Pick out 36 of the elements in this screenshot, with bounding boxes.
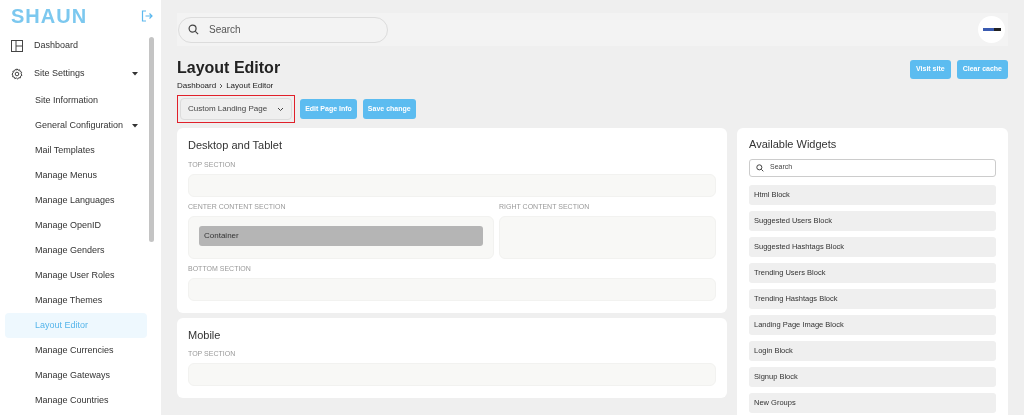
search-input[interactable]: Search (209, 22, 359, 37)
nav-item[interactable]: Mail Templates (5, 138, 147, 163)
nav-item[interactable]: Manage Genders (5, 238, 147, 263)
nav-item[interactable]: Dashboard (5, 32, 147, 60)
nav-item[interactable]: Manage Themes (5, 288, 147, 313)
nav-item[interactable]: General Configuration (5, 113, 147, 138)
chevron-down-icon (277, 106, 285, 112)
nav-item[interactable]: Manage Currencies (5, 338, 147, 363)
placed-widget[interactable]: Container (199, 225, 483, 246)
nav-item[interactable]: Manage Gateways (5, 363, 147, 388)
chevron-right-icon (219, 83, 224, 89)
settings-icon (11, 68, 23, 80)
search-icon (188, 24, 199, 35)
nav-item[interactable]: Site Settings (5, 60, 147, 88)
scrollbar[interactable] (149, 37, 154, 242)
page-title: Layout Editor (177, 58, 281, 78)
nav-item[interactable]: Manage OpenID (5, 213, 147, 238)
breadcrumb-link[interactable]: Dashboard (177, 80, 217, 92)
breadcrumb-link[interactable]: Layout Editor (226, 80, 274, 92)
search-field[interactable]: Search (178, 16, 388, 43)
card-title: Mobile (188, 327, 222, 343)
logo: SHAUN (11, 6, 88, 26)
search-icon (756, 163, 764, 172)
page-select[interactable]: Custom Landing Page (180, 98, 293, 120)
card-title: Desktop and Tablet (188, 138, 283, 153)
nav-item[interactable]: Manage Languages (5, 188, 147, 213)
nav-item[interactable]: Site Information (5, 88, 147, 113)
avatar[interactable] (978, 16, 1005, 43)
logo-icon (982, 28, 1001, 31)
panel-title: Available Widgets (749, 137, 838, 152)
dashboard-icon (11, 40, 23, 52)
logout-icon[interactable] (141, 10, 153, 22)
drop-zone[interactable]: Container (188, 215, 494, 259)
nav-item[interactable]: Manage Countries (5, 388, 147, 413)
nav-item[interactable]: Manage Menus (5, 163, 147, 188)
nav-item[interactable]: Manage User Roles (5, 263, 147, 288)
